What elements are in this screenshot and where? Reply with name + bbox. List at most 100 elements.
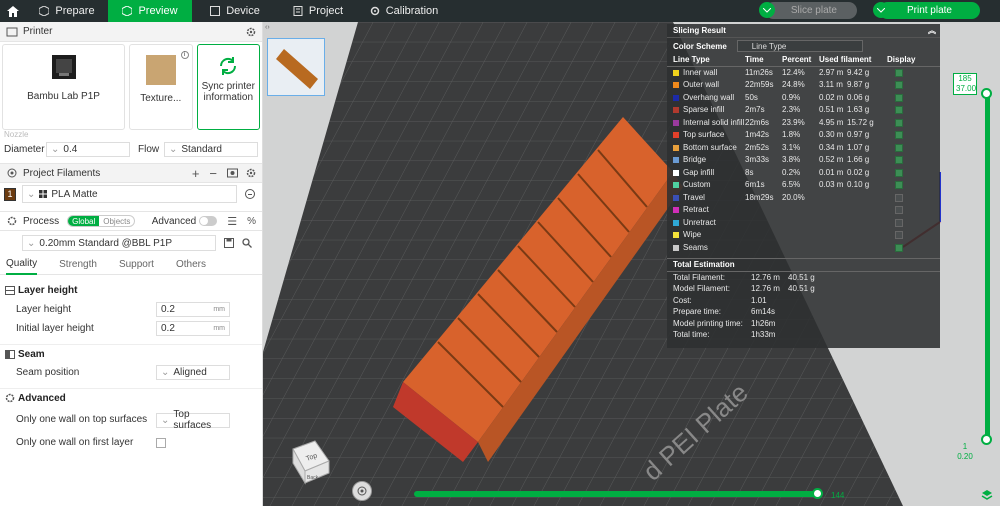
line-type-row: Seams bbox=[667, 241, 940, 254]
display-checkbox[interactable] bbox=[895, 193, 903, 202]
display-checkbox[interactable] bbox=[895, 68, 903, 77]
slicing-result-title-text: Slicing Result bbox=[673, 26, 726, 35]
line-type-length: 0.52 m bbox=[819, 155, 844, 165]
line-type-length: 0.03 m bbox=[819, 180, 844, 190]
list-icon[interactable]: ☰ bbox=[227, 215, 237, 228]
sync-printer-button[interactable]: Sync printer information bbox=[196, 44, 261, 130]
printer-model-card[interactable]: Bambu Lab P1P bbox=[2, 44, 126, 130]
total-value-a: 1h26m bbox=[751, 318, 776, 328]
display-checkbox[interactable] bbox=[895, 93, 903, 102]
nozzle-label: Nozzle bbox=[4, 130, 29, 139]
advanced-toggle[interactable] bbox=[199, 216, 218, 226]
save-icon[interactable] bbox=[224, 238, 234, 248]
tab-prepare-label: Prepare bbox=[55, 5, 95, 17]
filament-grid-icon bbox=[39, 190, 48, 198]
plate-image bbox=[145, 55, 176, 85]
slice-plate-button[interactable]: Slice plate bbox=[758, 2, 857, 19]
display-checkbox[interactable] bbox=[895, 118, 903, 127]
display-checkbox[interactable] bbox=[895, 231, 903, 240]
display-checkbox[interactable] bbox=[895, 168, 903, 177]
layer-slider[interactable] bbox=[981, 88, 993, 445]
objects-option[interactable]: Objects bbox=[99, 216, 134, 226]
diameter-select[interactable]: ⌄ 0.4 bbox=[46, 142, 130, 157]
display-checkbox[interactable] bbox=[895, 206, 903, 215]
add-filament-icon[interactable]: + bbox=[192, 166, 200, 181]
filament-remove-icon[interactable] bbox=[245, 189, 255, 199]
total-label: Total time: bbox=[673, 330, 710, 340]
remove-filament-icon[interactable]: − bbox=[209, 166, 217, 181]
percent-icon[interactable]: % bbox=[247, 216, 256, 227]
layer-height-group: Layer height bbox=[0, 281, 262, 300]
home-button[interactable] bbox=[0, 0, 26, 22]
layers-stack-icon[interactable] bbox=[981, 489, 993, 501]
line-type-weight: 1.07 g bbox=[847, 142, 870, 152]
line-type-row: Inner wall 11m26s 12.4% 2.97 m 9.42 g bbox=[667, 66, 940, 79]
line-type-percent: 2.3% bbox=[782, 105, 801, 115]
tab-preview[interactable]: Preview bbox=[108, 0, 192, 22]
display-checkbox[interactable] bbox=[895, 143, 903, 152]
line-type-name: Sparse infill bbox=[683, 105, 725, 115]
tab-support[interactable]: Support bbox=[119, 255, 154, 275]
display-checkbox[interactable] bbox=[895, 181, 903, 190]
global-option[interactable]: Global bbox=[68, 216, 100, 226]
display-checkbox[interactable] bbox=[895, 81, 903, 90]
line-type-time: 22m59s bbox=[745, 80, 774, 90]
collapse-panel-icon[interactable]: ︽ bbox=[928, 25, 936, 36]
info-icon[interactable]: i bbox=[180, 51, 189, 59]
line-type-time: 2m52s bbox=[745, 142, 770, 152]
col-percent: Percent bbox=[782, 54, 819, 67]
filament-settings-icon[interactable] bbox=[246, 168, 256, 178]
tab-prepare[interactable]: Prepare bbox=[26, 0, 108, 22]
only-one-wall-first-checkbox[interactable] bbox=[156, 437, 166, 448]
display-checkbox[interactable] bbox=[895, 106, 903, 115]
filament-sync-icon[interactable] bbox=[227, 168, 238, 178]
print-plate-button[interactable]: Print plate bbox=[872, 2, 980, 19]
view-cube[interactable]: Top Back bbox=[285, 437, 333, 485]
printer-settings-icon[interactable] bbox=[246, 27, 256, 37]
flow-select[interactable]: ⌄ Standard bbox=[164, 142, 258, 157]
plate-type-card[interactable]: Texture... i bbox=[129, 44, 193, 130]
display-checkbox[interactable] bbox=[895, 218, 903, 227]
unit-label: mm bbox=[213, 325, 225, 332]
seam-position-select[interactable]: ⌄ Aligned bbox=[156, 365, 230, 380]
line-type-row: Internal solid infill 22m6s 23.9% 4.95 m 15.… bbox=[667, 116, 940, 129]
print-dropdown-icon[interactable] bbox=[872, 2, 889, 18]
tab-device[interactable]: Device bbox=[192, 0, 278, 22]
layer-slider-bottom-handle[interactable] bbox=[981, 434, 992, 445]
tab-quality[interactable]: Quality bbox=[6, 255, 38, 275]
slice-dropdown-icon[interactable] bbox=[758, 2, 775, 18]
layer-height-value: 0.2 bbox=[161, 304, 175, 315]
layer-slider-top-handle[interactable] bbox=[981, 88, 992, 99]
layer-height-input[interactable]: 0.2 mm bbox=[156, 302, 230, 317]
total-value-a: 1h33m bbox=[751, 330, 776, 340]
move-slider-handle[interactable] bbox=[812, 488, 823, 499]
line-type-name: Internal solid infill bbox=[683, 117, 745, 127]
display-checkbox[interactable] bbox=[895, 156, 903, 165]
fit-view-button[interactable] bbox=[352, 481, 372, 501]
advanced-group-label: Advanced bbox=[18, 392, 66, 404]
process-preset-select[interactable]: ⌄ 0.20mm Standard @BBL P1P bbox=[22, 235, 216, 251]
display-checkbox[interactable] bbox=[895, 131, 903, 140]
tab-calibration[interactable]: Calibration bbox=[358, 0, 450, 22]
layer-top-index: 185 bbox=[958, 74, 972, 83]
filament-item[interactable]: 1 ⌄ PLA Matte bbox=[0, 183, 262, 205]
seam-position-value: Aligned bbox=[173, 367, 207, 378]
process-tabs: Quality Strength Support Others bbox=[0, 255, 262, 275]
color-scheme-select[interactable]: Line Type bbox=[736, 40, 863, 52]
move-slider[interactable] bbox=[414, 488, 824, 499]
search-icon[interactable] bbox=[242, 238, 252, 248]
move-slider-track bbox=[414, 491, 819, 497]
tab-strength[interactable]: Strength bbox=[59, 255, 97, 275]
filament-select[interactable]: ⌄ PLA Matte bbox=[22, 185, 237, 203]
line-type-name: Custom bbox=[683, 180, 711, 190]
global-objects-toggle[interactable]: Global Objects bbox=[67, 215, 136, 227]
collapse-icon[interactable]: ‹› bbox=[265, 24, 270, 31]
initial-layer-height-input[interactable]: 0.2 mm bbox=[156, 321, 230, 336]
display-checkbox[interactable] bbox=[895, 243, 903, 252]
only-one-wall-top-select[interactable]: ⌄ Top surfaces bbox=[156, 409, 230, 431]
line-type-swatch bbox=[673, 157, 679, 164]
tab-project[interactable]: Project bbox=[278, 0, 358, 22]
printer-model-label: Bambu Lab P1P bbox=[27, 91, 100, 102]
plate-thumbnail[interactable] bbox=[267, 38, 325, 96]
tab-others[interactable]: Others bbox=[176, 255, 206, 275]
